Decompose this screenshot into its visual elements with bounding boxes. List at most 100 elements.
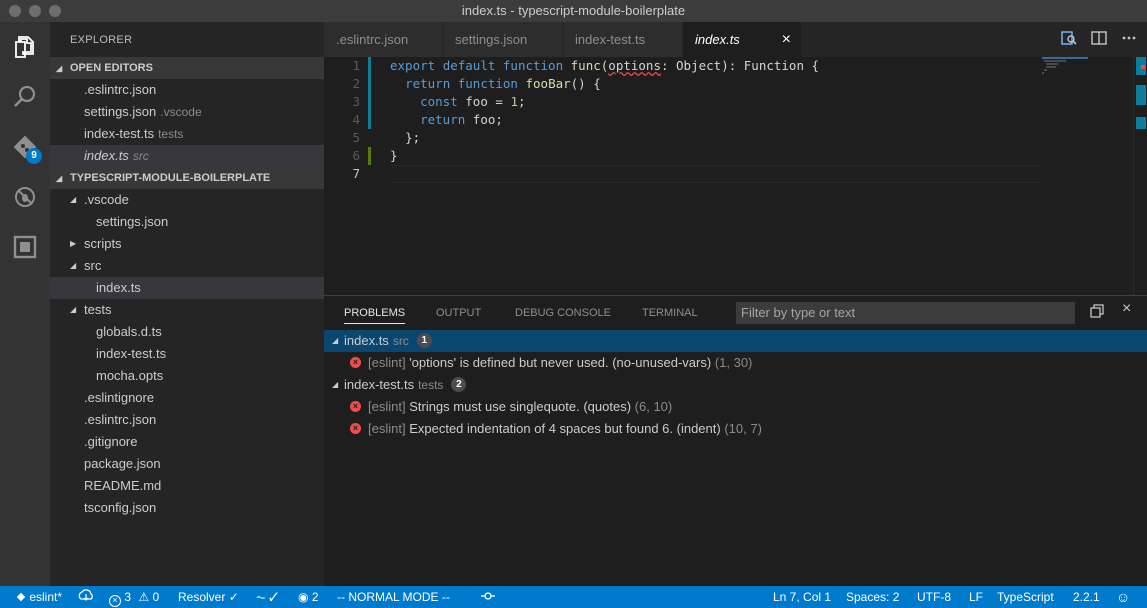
folder-src[interactable]: ◢ src: [50, 255, 324, 277]
split-editor-icon[interactable]: [1091, 30, 1107, 49]
line-number-gutter: 1 2 3 4 5 6 7: [324, 57, 368, 183]
resolver-status[interactable]: Resolver ✓: [178, 586, 239, 608]
tab-eslintrc[interactable]: .eslintrc.json: [324, 22, 443, 57]
encoding-status[interactable]: UTF-8: [917, 586, 951, 608]
problems-status[interactable]: × 3 ⚠ 0: [109, 586, 159, 608]
maximize-window-button[interactable]: [49, 5, 61, 17]
close-window-button[interactable]: [9, 5, 21, 17]
tab-index-test[interactable]: index-test.ts: [563, 22, 683, 57]
extensions-activity[interactable]: [0, 222, 50, 272]
scm-activity[interactable]: 9: [0, 122, 50, 172]
vim-mode-status: -- NORMAL MODE --: [337, 590, 450, 604]
file-item[interactable]: settings.json: [50, 211, 324, 233]
tab-index-active[interactable]: index.ts ×: [683, 22, 802, 57]
project-header[interactable]: ◢ TYPESCRIPT-MODULE-BOILERPLATE: [50, 167, 324, 189]
open-editor-item[interactable]: .eslintrc.json: [50, 79, 324, 101]
code-editor[interactable]: 1 2 3 4 5 6 7 export default function fu…: [324, 57, 1147, 295]
problems-filter-input[interactable]: Filter by type or text: [736, 302, 1075, 324]
more-actions-icon[interactable]: [1121, 30, 1137, 49]
file-item[interactable]: package.json: [50, 453, 324, 475]
error-circle-icon: ×: [109, 595, 121, 607]
chevron-down-icon: ◢: [332, 336, 339, 345]
files-icon: [15, 36, 34, 58]
file-item[interactable]: index-test.ts: [50, 343, 324, 365]
open-editor-item-active[interactable]: index.ts src: [50, 145, 324, 167]
editor-scrollbar[interactable]: [1133, 57, 1147, 295]
window-title: index.ts - typescript-module-boilerplate: [461, 3, 686, 18]
chevron-down-icon: ◢: [56, 174, 63, 183]
open-editor-item[interactable]: settings.json .vscode: [50, 101, 324, 123]
close-panel-icon[interactable]: ×: [1122, 300, 1131, 318]
minimap[interactable]: [1042, 57, 1134, 295]
file-item[interactable]: tsconfig.json: [50, 497, 324, 519]
explorer-activity[interactable]: [0, 22, 50, 72]
open-editors-header[interactable]: ◢ OPEN EDITORS: [50, 57, 324, 79]
tab-settings[interactable]: settings.json: [443, 22, 563, 57]
pulse-status[interactable]: ⏦ ✓: [256, 586, 278, 608]
folder-tests[interactable]: ◢ tests: [50, 299, 324, 321]
cursor-position[interactable]: Ln 7, Col 1: [773, 586, 831, 608]
eye-icon: ◉: [298, 590, 309, 604]
error-icon: ×: [350, 401, 361, 412]
line-number: 2: [352, 76, 360, 91]
tab-terminal[interactable]: TERMINAL: [642, 296, 698, 330]
close-tab-icon[interactable]: ×: [782, 22, 791, 57]
branch-status[interactable]: eslint*: [16, 586, 62, 608]
feedback-smiley-icon[interactable]: ☺: [1116, 586, 1130, 608]
tab-output[interactable]: OUTPUT: [436, 296, 481, 330]
sync-icon[interactable]: [78, 586, 94, 608]
problem-item[interactable]: × [eslint] Strings must use singlequote.…: [324, 396, 1147, 418]
line-number: 1: [352, 58, 360, 73]
file-item[interactable]: .gitignore: [50, 431, 324, 453]
added-line-marker: [368, 147, 371, 165]
pulse-icon: ⏦: [256, 590, 266, 604]
tab-debug-console[interactable]: DEBUG CONSOLE: [515, 296, 611, 330]
warning-icon: ⚠: [138, 590, 150, 604]
code-line: };: [405, 130, 421, 145]
file-item[interactable]: .eslintignore: [50, 387, 324, 409]
problem-count-badge: 1: [416, 333, 432, 349]
language-mode[interactable]: TypeScript: [997, 586, 1054, 608]
watchers-status[interactable]: ◉ 2: [298, 586, 319, 608]
editor-tabs: .eslintrc.json settings.json index-test.…: [324, 22, 1147, 57]
folder-vscode[interactable]: ◢ .vscode: [50, 189, 324, 211]
minimize-window-button[interactable]: [29, 5, 41, 17]
problem-file-row[interactable]: ◢ index.ts src 1: [324, 330, 1147, 352]
problem-file-row[interactable]: ◢ index-test.ts tests 2: [324, 374, 1147, 396]
typescript-version[interactable]: 2.2.1: [1073, 586, 1100, 608]
open-editor-item[interactable]: index-test.ts tests: [50, 123, 324, 145]
folder-scripts[interactable]: ▶ scripts: [50, 233, 324, 255]
chevron-down-icon: ◢: [56, 64, 63, 73]
file-item-selected[interactable]: index.ts: [50, 277, 324, 299]
window-controls: [9, 5, 61, 17]
code-content: export default function func(options: Ob…: [390, 57, 819, 183]
collapse-all-icon[interactable]: [1090, 304, 1104, 321]
problem-count-badge: 2: [451, 377, 467, 393]
error-icon: ×: [350, 357, 361, 368]
debug-icon: [15, 187, 35, 207]
panel-tabs: PROBLEMS OUTPUT DEBUG CONSOLE TERMINAL F…: [324, 296, 1147, 330]
indentation-status[interactable]: Spaces: 2: [846, 586, 899, 608]
search-activity[interactable]: [0, 72, 50, 122]
extensions-icon: [13, 235, 37, 259]
scm-badge: 9: [26, 148, 42, 164]
editor-actions: [1061, 22, 1147, 57]
file-item[interactable]: .eslintrc.json: [50, 409, 324, 431]
problem-item[interactable]: × [eslint] 'options' is defined but neve…: [324, 352, 1147, 374]
problem-item[interactable]: × [eslint] Expected indentation of 4 spa…: [324, 418, 1147, 440]
open-changes-icon[interactable]: [1061, 30, 1077, 49]
target-icon[interactable]: [481, 586, 495, 608]
code-line: return foo;: [420, 112, 503, 127]
tab-problems[interactable]: PROBLEMS: [344, 296, 406, 324]
line-number: 3: [352, 94, 360, 109]
eol-status[interactable]: LF: [969, 586, 983, 608]
explorer-sidebar: EXPLORER ◢ OPEN EDITORS .eslintrc.json se…: [50, 22, 324, 586]
chevron-down-icon: ◢: [70, 195, 77, 204]
debug-activity[interactable]: [0, 172, 50, 222]
file-item[interactable]: README.md: [50, 475, 324, 497]
code-line: const foo = 1;: [420, 94, 526, 109]
line-number: 6: [352, 148, 360, 163]
file-item[interactable]: mocha.opts: [50, 365, 324, 387]
file-item[interactable]: globals.d.ts: [50, 321, 324, 343]
